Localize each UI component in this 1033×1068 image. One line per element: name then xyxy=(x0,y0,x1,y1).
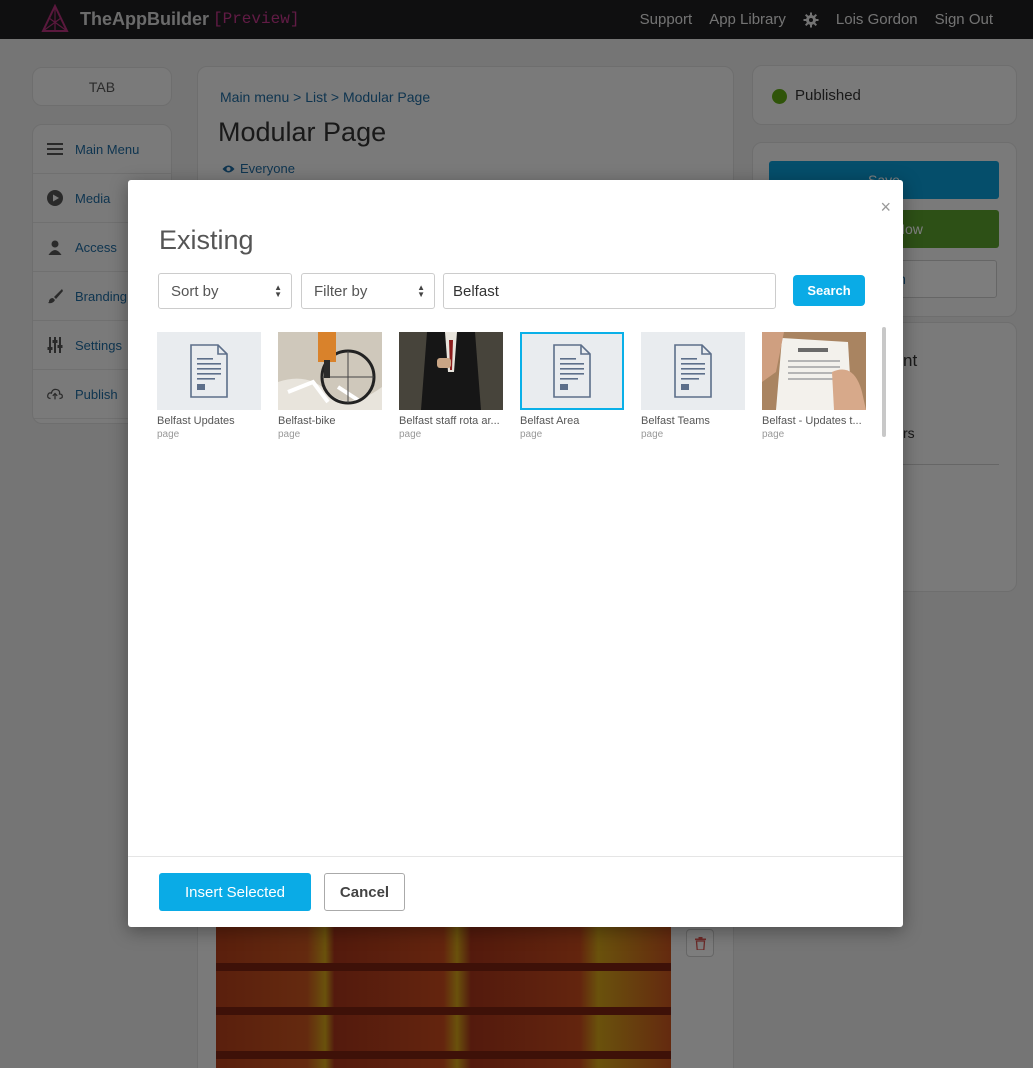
result-card[interactable]: Belfast Area page xyxy=(520,332,624,440)
existing-content-modal: × Existing Sort by ▲▼ Filter by ▲▼ Searc… xyxy=(128,180,903,927)
result-card[interactable]: Belfast Teams page xyxy=(641,332,745,440)
card-type: page xyxy=(278,429,301,440)
modal-title: Existing xyxy=(159,225,254,255)
thumbnail xyxy=(641,332,745,410)
result-card[interactable]: Belfast Updates page xyxy=(157,332,261,440)
man-phone-photo xyxy=(399,332,503,410)
card-title: Belfast Updates xyxy=(157,415,235,427)
thumbnail xyxy=(520,332,624,410)
filter-select[interactable]: Filter by ▲ ▼ xyxy=(301,273,435,309)
card-type: page xyxy=(641,429,664,440)
result-card[interactable]: Belfast staff rota ar... page xyxy=(399,332,503,440)
thumbnail xyxy=(157,332,261,410)
document-icon xyxy=(190,344,228,398)
card-title: Belfast Area xyxy=(520,415,580,427)
search-button[interactable]: Search xyxy=(793,275,865,306)
contract-photo xyxy=(762,332,866,410)
bike-photo xyxy=(278,332,382,410)
card-type: page xyxy=(157,429,180,440)
result-card[interactable]: Belfast - Updates t... page xyxy=(762,332,866,440)
card-title: Belfast staff rota ar... xyxy=(399,415,500,427)
card-title: Belfast-bike xyxy=(278,415,336,427)
sort-select-value: Sort by xyxy=(171,282,219,300)
card-type: page xyxy=(762,429,785,440)
card-type: page xyxy=(520,429,543,440)
result-card[interactable]: Belfast-bike page xyxy=(278,332,382,440)
close-icon[interactable]: × xyxy=(880,198,891,216)
insert-selected-button[interactable]: Insert Selected xyxy=(159,873,311,911)
filter-select-value: Filter by xyxy=(314,282,368,300)
divider xyxy=(128,856,903,857)
results-scrollbar[interactable] xyxy=(882,327,886,437)
select-arrows-icon: ▲ ▼ xyxy=(274,283,282,299)
sort-select[interactable]: Sort by ▲ ▼ xyxy=(158,273,292,309)
select-arrows-icon: ▲ ▼ xyxy=(417,283,425,299)
document-icon xyxy=(674,344,712,398)
card-type: page xyxy=(399,429,422,440)
search-input[interactable] xyxy=(443,273,776,309)
results-grid: Belfast Updates page Belfast-bike page B… xyxy=(157,332,867,442)
cancel-button[interactable]: Cancel xyxy=(324,873,405,911)
card-title: Belfast Teams xyxy=(641,415,710,427)
document-icon xyxy=(553,344,591,398)
card-title: Belfast - Updates t... xyxy=(762,415,862,427)
